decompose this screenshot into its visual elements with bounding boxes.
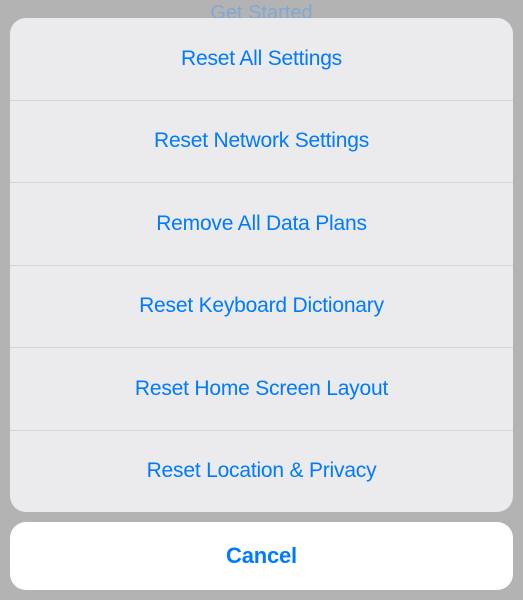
reset-location-privacy-option[interactable]: Reset Location & Privacy bbox=[10, 431, 513, 513]
reset-keyboard-dictionary-option[interactable]: Reset Keyboard Dictionary bbox=[10, 266, 513, 349]
option-label: Reset Home Screen Layout bbox=[135, 377, 388, 401]
action-sheet-container: Reset All Settings Reset Network Setting… bbox=[10, 18, 513, 590]
option-label: Remove All Data Plans bbox=[156, 212, 367, 236]
reset-network-settings-option[interactable]: Reset Network Settings bbox=[10, 101, 513, 184]
option-label: Reset Network Settings bbox=[154, 129, 369, 153]
cancel-button[interactable]: Cancel bbox=[10, 522, 513, 590]
action-sheet-options: Reset All Settings Reset Network Setting… bbox=[10, 18, 513, 512]
remove-all-data-plans-option[interactable]: Remove All Data Plans bbox=[10, 183, 513, 266]
reset-home-screen-layout-option[interactable]: Reset Home Screen Layout bbox=[10, 348, 513, 431]
option-label: Reset Keyboard Dictionary bbox=[139, 294, 384, 318]
reset-all-settings-option[interactable]: Reset All Settings bbox=[10, 18, 513, 101]
option-label: Reset All Settings bbox=[181, 47, 342, 71]
option-label: Reset Location & Privacy bbox=[147, 459, 377, 483]
cancel-label: Cancel bbox=[226, 543, 297, 569]
